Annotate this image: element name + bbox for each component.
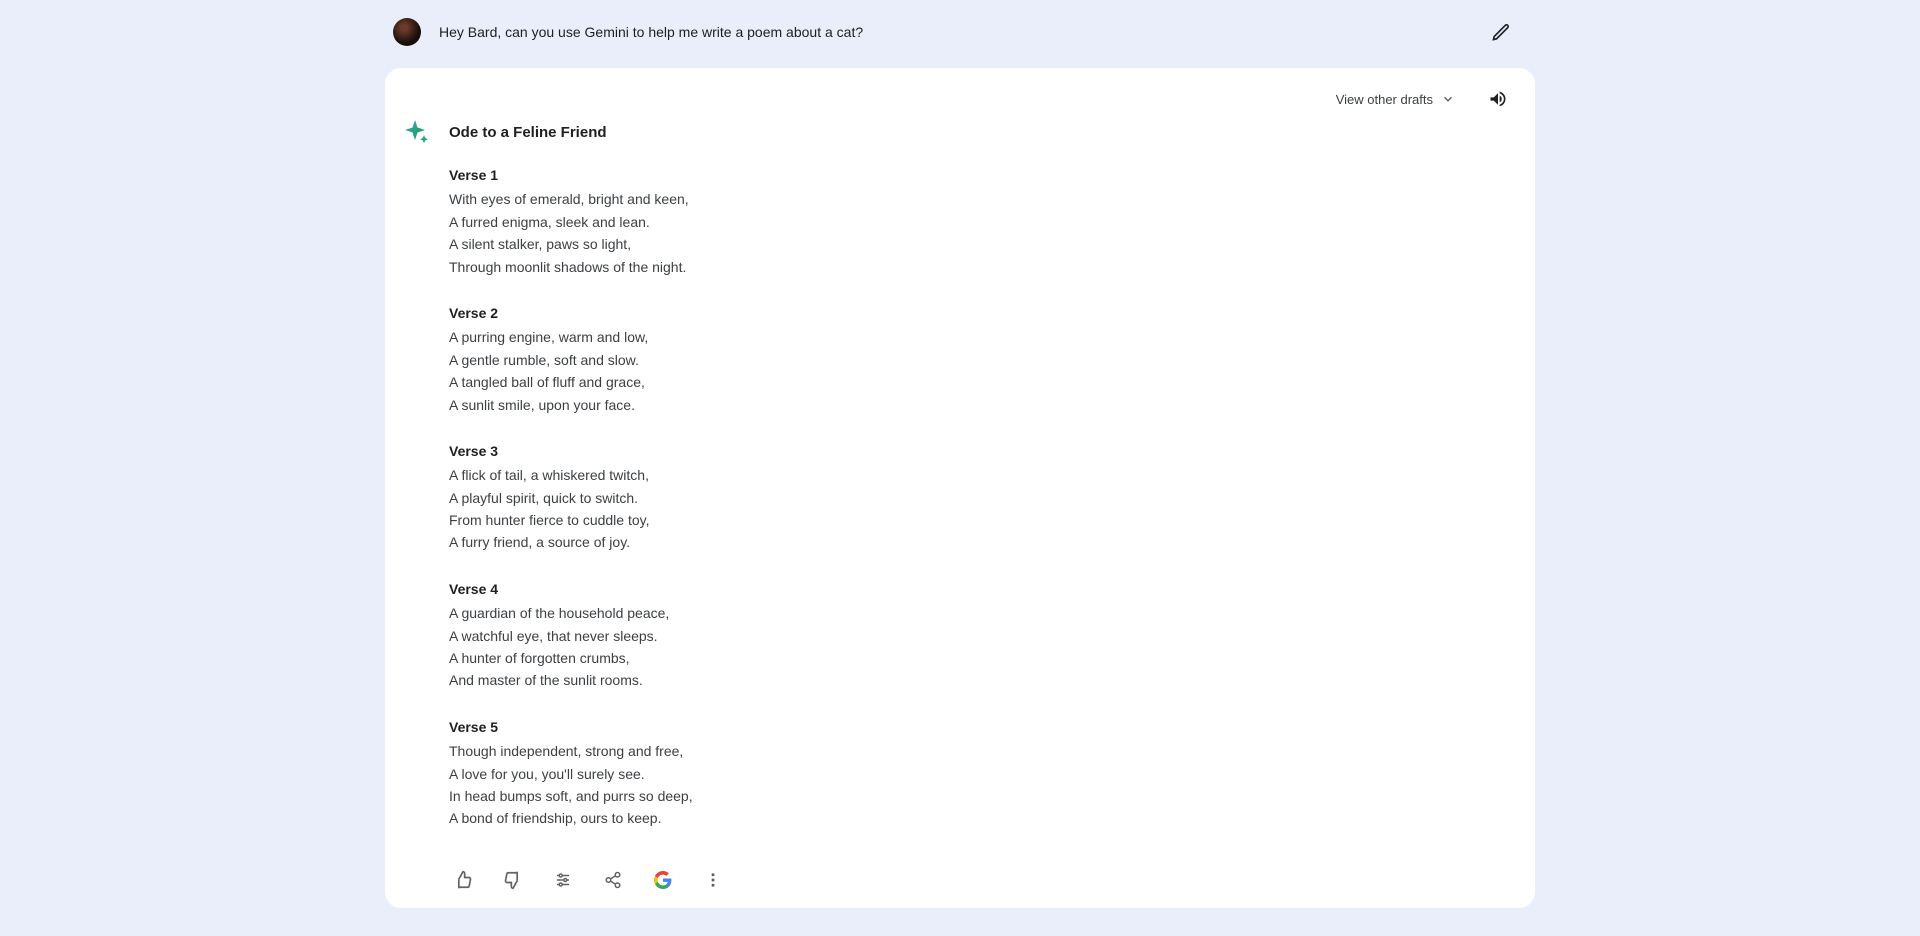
share-icon — [604, 871, 622, 889]
drafts-label: View other drafts — [1336, 92, 1433, 107]
verse-line: A furry friend, a source of joy. — [449, 531, 1517, 553]
verse: Verse 1With eyes of emerald, bright and … — [449, 164, 1517, 278]
verse-line: A hunter of forgotten crumbs, — [449, 647, 1517, 669]
share-button[interactable] — [599, 866, 627, 894]
verse-line: A tangled ball of fluff and grace, — [449, 371, 1517, 393]
verse-line: A bond of friendship, ours to keep. — [449, 807, 1517, 829]
google-logo-icon — [654, 871, 672, 889]
edit-prompt-button[interactable] — [1483, 14, 1519, 50]
verse-label: Verse 3 — [449, 440, 1517, 462]
verse-line: A guardian of the household peace, — [449, 602, 1517, 624]
prompt-row: Hey Bard, can you use Gemini to help me … — [385, 8, 1535, 56]
verse-line: A flick of tail, a whiskered twitch, — [449, 464, 1517, 486]
thumbs-up-button[interactable] — [449, 866, 477, 894]
verse-line: A furred enigma, sleek and lean. — [449, 211, 1517, 233]
response-card: View other drafts — [385, 68, 1535, 908]
prompt-text: Hey Bard, can you use Gemini to help me … — [439, 24, 1483, 40]
google-it-button[interactable] — [649, 866, 677, 894]
user-avatar — [393, 18, 421, 46]
verse: Verse 4A guardian of the household peace… — [449, 578, 1517, 692]
thumbs-down-icon — [503, 870, 523, 890]
more-vertical-icon — [704, 871, 722, 889]
pencil-icon — [1491, 22, 1511, 42]
verse-line: And master of the sunlit rooms. — [449, 669, 1517, 691]
action-row — [395, 854, 1517, 894]
verse-line: A gentle rumble, soft and slow. — [449, 349, 1517, 371]
view-other-drafts-button[interactable]: View other drafts — [1330, 88, 1461, 111]
verse-line: Though independent, strong and free, — [449, 740, 1517, 762]
read-aloud-button[interactable] — [1481, 82, 1515, 116]
verse-line: A silent stalker, paws so light, — [449, 233, 1517, 255]
thumbs-down-button[interactable] — [499, 866, 527, 894]
bard-sparkle-icon — [403, 118, 431, 146]
poem-title: Ode to a Feline Friend — [449, 124, 607, 141]
verse-line: Through moonlit shadows of the night. — [449, 256, 1517, 278]
modify-response-button[interactable] — [549, 866, 577, 894]
verse-line: A playful spirit, quick to switch. — [449, 487, 1517, 509]
verse: Verse 2A purring engine, warm and low,A … — [449, 302, 1517, 416]
verse-label: Verse 5 — [449, 716, 1517, 738]
poem-body: Verse 1With eyes of emerald, bright and … — [395, 164, 1517, 830]
title-row: Ode to a Feline Friend — [395, 116, 1517, 164]
verse-line: In head bumps soft, and purrs so deep, — [449, 785, 1517, 807]
verse-line: With eyes of emerald, bright and keen, — [449, 188, 1517, 210]
verse-label: Verse 1 — [449, 164, 1517, 186]
verse-label: Verse 2 — [449, 302, 1517, 324]
verse-label: Verse 4 — [449, 578, 1517, 600]
verse-line: A purring engine, warm and low, — [449, 326, 1517, 348]
verse-line: From hunter fierce to cuddle toy, — [449, 509, 1517, 531]
speaker-icon — [1488, 89, 1508, 109]
card-topbar: View other drafts — [395, 82, 1517, 116]
chevron-down-icon — [1441, 92, 1455, 106]
more-options-button[interactable] — [699, 866, 727, 894]
verse: Verse 5Though independent, strong and fr… — [449, 716, 1517, 830]
verse-line: A watchful eye, that never sleeps. — [449, 625, 1517, 647]
tune-icon — [554, 871, 572, 889]
verse-line: A sunlit smile, upon your face. — [449, 394, 1517, 416]
verse-line: A love for you, you'll surely see. — [449, 763, 1517, 785]
verse: Verse 3A flick of tail, a whiskered twit… — [449, 440, 1517, 554]
thumbs-up-icon — [453, 870, 473, 890]
